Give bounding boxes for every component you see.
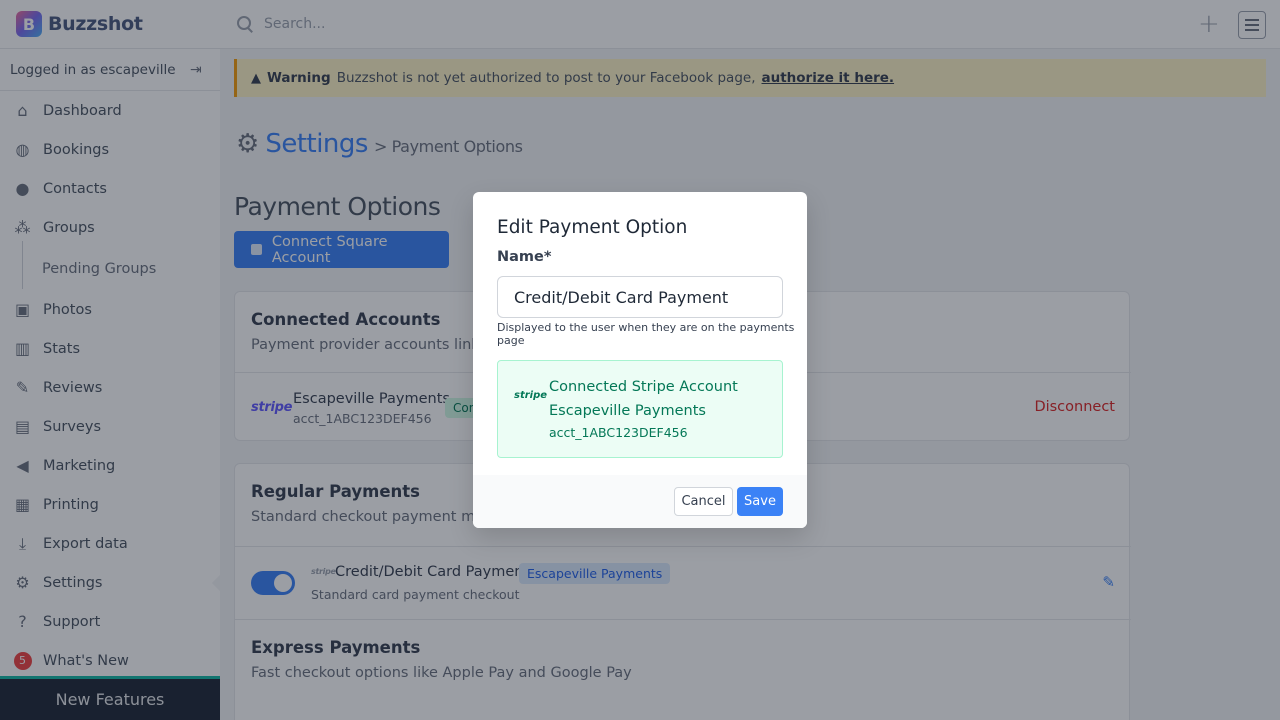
- stripe-account-name: Escapeville Payments: [549, 403, 706, 419]
- connected-stripe-account-box: stripe Connected Stripe Account Escapevi…: [497, 360, 783, 458]
- name-label: Name*: [497, 249, 552, 265]
- name-help-text: Displayed to the user when they are on t…: [497, 321, 795, 347]
- cancel-button[interactable]: Cancel: [674, 487, 733, 516]
- save-button[interactable]: Save: [737, 487, 783, 516]
- stripe-account-id: acct_1ABC123DEF456: [549, 425, 688, 440]
- edit-payment-option-modal: Edit Payment Option Name* Displayed to t…: [473, 192, 807, 528]
- modal-footer: Cancel Save: [473, 475, 807, 528]
- stripe-logo-icon: stripe: [514, 390, 548, 401]
- modal-title: Edit Payment Option: [497, 217, 688, 238]
- stripe-heading: Connected Stripe Account: [549, 379, 738, 395]
- name-input[interactable]: [497, 276, 783, 318]
